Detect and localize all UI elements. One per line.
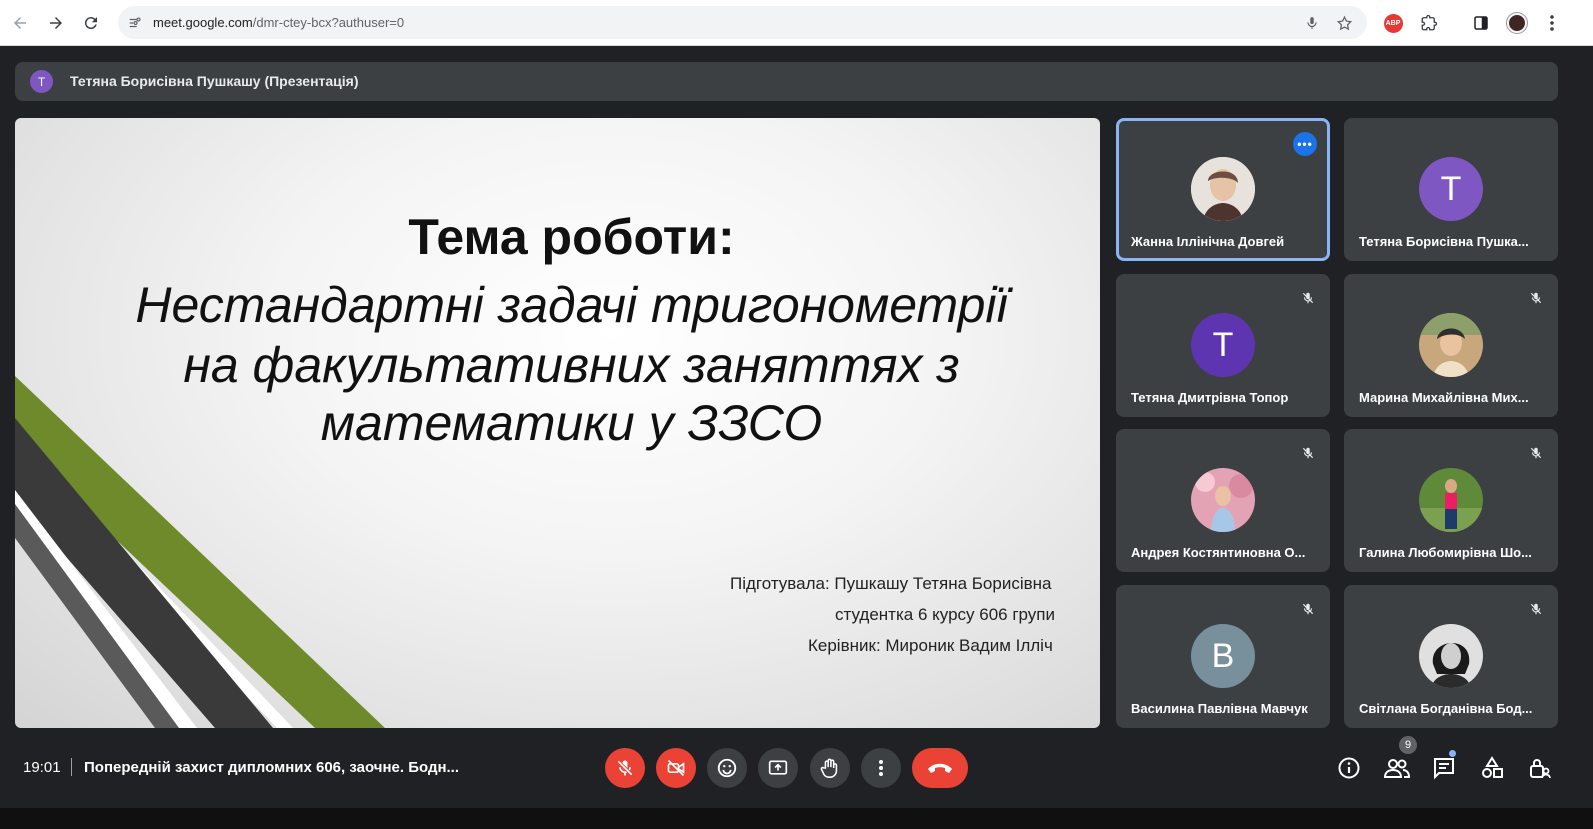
mic-off-icon	[1526, 599, 1546, 619]
present-screen-icon	[768, 760, 788, 775]
participant-tile[interactable]: Галина Любомирівна Шо...	[1344, 429, 1558, 572]
adblock-icon[interactable]: ABP	[1381, 11, 1405, 35]
participant-name: Галина Любомирівна Шо...	[1359, 545, 1532, 560]
participant-photo	[1419, 468, 1483, 532]
more-options-icon[interactable]: •••	[1293, 132, 1317, 156]
participant-photo	[1191, 157, 1255, 221]
taskbar-strip	[0, 808, 1593, 829]
lock-person-icon	[1530, 759, 1551, 779]
hand-icon	[820, 758, 838, 778]
participant-photo	[1419, 624, 1483, 688]
presenter-label: Тетяна Борисівна Пушкашу (Презентація)	[70, 73, 359, 89]
participant-name: Жанна Іллінічна Довгей	[1131, 234, 1285, 249]
mic-off-icon	[617, 760, 633, 776]
participant-name: Тетяна Борисівна Пушка...	[1359, 234, 1529, 249]
participant-tile[interactable]: T Тетяна Дмитрівна Топор	[1116, 274, 1330, 417]
participant-tile[interactable]: Світлана Богданівна Бод...	[1344, 585, 1558, 728]
participant-avatar: B	[1191, 624, 1255, 688]
chat-notification-dot	[1449, 750, 1456, 757]
participant-tile[interactable]: Андрея Костянтиновна О...	[1116, 429, 1330, 572]
participant-tile[interactable]: ••• Жанна Іллінічна Довгей	[1116, 118, 1330, 261]
people-button[interactable]	[1384, 755, 1410, 781]
reload-icon[interactable]	[79, 11, 103, 35]
reactions-button[interactable]	[707, 748, 747, 788]
camera-off-icon	[667, 759, 685, 777]
participant-name: Тетяна Дмитрівна Топор	[1131, 390, 1289, 405]
slide-credit-author: Підготувала: Пушкашу Тетяна Борисівна	[730, 574, 1052, 593]
mic-off-icon	[1298, 599, 1318, 619]
address-bar[interactable]: meet.google.com/dmr-ctey-bcx?authuser=0	[118, 6, 1367, 39]
mic-off-icon	[1298, 288, 1318, 308]
participant-name: Василина Павлівна Мавчук	[1131, 701, 1308, 716]
emoji-icon	[717, 758, 737, 778]
site-settings-icon[interactable]	[126, 14, 144, 32]
slide-credit-group: студентка 6 курсу 606 групи	[835, 605, 1055, 624]
participant-name: Марина Михайлівна Мих...	[1359, 390, 1529, 405]
browser-toolbar: meet.google.com/dmr-ctey-bcx?authuser=0 …	[0, 0, 1593, 46]
host-controls-button[interactable]	[1526, 755, 1552, 781]
raise-hand-button[interactable]	[810, 748, 850, 788]
presenter-banner: T Тетяна Борисівна Пушкашу (Презентація)	[15, 62, 1558, 101]
participant-avatar: T	[1419, 157, 1483, 221]
call-end-icon	[928, 763, 952, 773]
profile-avatar[interactable]	[1505, 11, 1529, 35]
participant-tile[interactable]: Марина Михайлівна Мих...	[1344, 274, 1558, 417]
meeting-title: Попередній захист дипломних 606, заочне.…	[84, 759, 460, 776]
mic-off-icon	[1298, 443, 1318, 463]
slide-subtitle-line-2: на факультативних заняттях з	[183, 337, 960, 393]
presentation-slide: Тема роботи: Нестандартні задачі тригоно…	[15, 118, 1100, 728]
participant-name: Андрея Костянтиновна О...	[1131, 545, 1306, 560]
slide-subtitle-line-3: математики у ЗЗСО	[320, 395, 823, 451]
side-panel-icon[interactable]	[1469, 11, 1493, 35]
slide-subtitle-line-1: Нестандартні задачі тригонометрії	[135, 277, 1008, 333]
participant-photo	[1191, 468, 1255, 532]
back-icon[interactable]	[8, 11, 32, 35]
bookmark-star-icon[interactable]	[1334, 13, 1354, 33]
microphone-icon[interactable]	[1302, 13, 1322, 33]
chat-icon	[1434, 758, 1454, 780]
browser-menu-icon[interactable]	[1540, 11, 1564, 35]
forward-icon[interactable]	[44, 11, 68, 35]
people-count-badge: 9	[1399, 736, 1417, 754]
meeting-clock: 19:01	[23, 759, 61, 776]
url-text: meet.google.com/dmr-ctey-bcx?authuser=0	[153, 15, 405, 30]
meeting-info-button[interactable]	[1336, 755, 1362, 781]
activities-button[interactable]	[1479, 755, 1505, 781]
participant-name: Світлана Богданівна Бод...	[1359, 701, 1533, 716]
mic-toggle-button[interactable]	[605, 748, 645, 788]
chat-button[interactable]	[1431, 755, 1457, 781]
slide-title: Тема роботи:	[408, 209, 735, 265]
presenter-avatar: T	[30, 70, 53, 93]
info-icon	[1338, 757, 1360, 779]
present-button[interactable]	[758, 748, 798, 788]
people-icon	[1384, 759, 1410, 778]
slide-credit-supervisor: Керівник: Мироник Вадим Ілліч	[808, 636, 1053, 655]
camera-toggle-button[interactable]	[656, 748, 696, 788]
participant-avatar: T	[1191, 313, 1255, 377]
mic-off-icon	[1526, 288, 1546, 308]
participant-photo	[1419, 313, 1483, 377]
participant-tile[interactable]: T Тетяна Борисівна Пушка...	[1344, 118, 1558, 261]
more-vert-icon	[879, 760, 883, 776]
mic-off-icon	[1526, 443, 1546, 463]
activities-icon	[1482, 756, 1503, 778]
more-options-button[interactable]	[861, 748, 901, 788]
leave-call-button[interactable]	[912, 748, 968, 788]
divider	[71, 758, 72, 776]
extensions-icon[interactable]	[1417, 11, 1441, 35]
participant-tile[interactable]: B Василина Павлівна Мавчук	[1116, 585, 1330, 728]
